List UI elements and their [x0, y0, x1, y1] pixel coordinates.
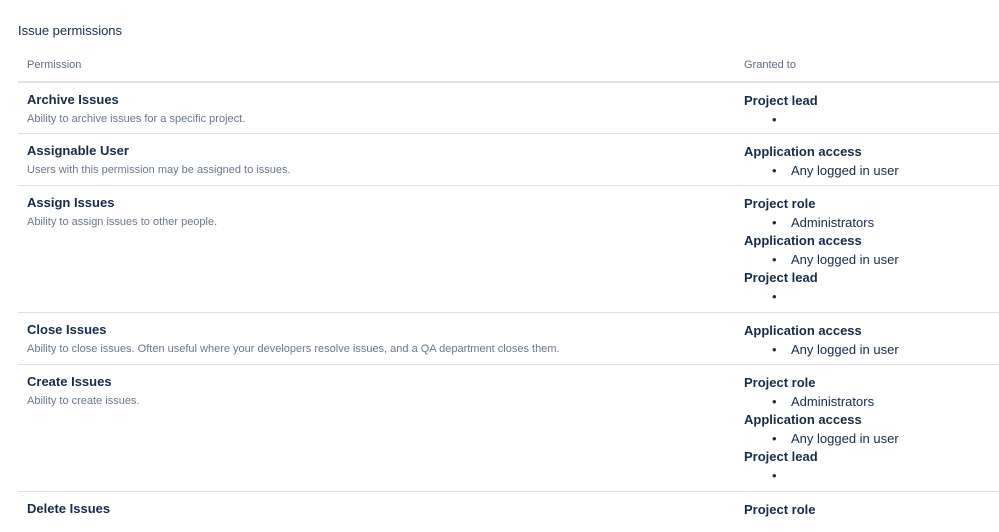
table-row: Assign Issues Ability to assign issues t…	[18, 186, 999, 313]
grant-item-label: Any logged in user	[791, 252, 899, 267]
grant-item-label: Any logged in user	[791, 163, 899, 178]
grant-item: • Administrators	[744, 213, 899, 232]
header-permission: Permission	[27, 59, 82, 71]
permission-cell: Delete Issues	[27, 501, 110, 517]
granted-to-cell: Project lead •	[744, 92, 818, 129]
grant-type: Application access	[744, 233, 862, 248]
permission-name: Close Issues	[27, 322, 107, 337]
grant-type: Application access	[744, 412, 862, 427]
grant-type: Project lead	[744, 93, 818, 108]
grant-item: • Any logged in user	[744, 161, 899, 180]
granted-to-cell: Project role • Administrators Applicatio…	[744, 195, 899, 306]
grant-type: Project role	[744, 375, 816, 390]
grant-item: •	[744, 287, 899, 306]
bullet-icon: •	[772, 468, 777, 483]
grant-type: Application access	[744, 323, 862, 338]
permission-name: Delete Issues	[27, 501, 111, 516]
permission-name: Assign Issues	[27, 195, 115, 210]
grant-item-label: Administrators	[791, 394, 875, 409]
grant-item: • Any logged in user	[744, 429, 899, 448]
permissions-table: Permission Granted to Archive Issues Abi…	[18, 53, 999, 532]
bullet-icon: •	[772, 163, 777, 178]
grant-item: • Any logged in user	[744, 340, 899, 359]
bullet-icon: •	[772, 252, 777, 267]
section-title: Issue permissions	[18, 23, 123, 38]
grant-item: • Administrators	[744, 392, 899, 411]
permission-cell: Close Issues Ability to close issues. Of…	[27, 322, 560, 356]
bullet-icon: •	[772, 431, 777, 446]
table-row: Close Issues Ability to close issues. Of…	[18, 313, 999, 365]
grant-type: Project role	[744, 502, 816, 517]
permission-name: Archive Issues	[27, 92, 119, 107]
permission-description: Ability to archive issues for a specific…	[27, 113, 246, 125]
permission-cell: Assignable User Users with this permissi…	[27, 143, 291, 177]
permission-cell: Assign Issues Ability to assign issues t…	[27, 195, 217, 229]
grant-type: Project lead	[744, 449, 818, 464]
grant-item-label: Any logged in user	[791, 342, 899, 357]
issue-permissions-page: Issue permissions Permission Granted to …	[0, 0, 999, 517]
table-row: Assignable User Users with this permissi…	[18, 134, 999, 186]
grant-type: Project lead	[744, 270, 818, 285]
header-granted-to: Granted to	[744, 59, 796, 71]
grant-item: •	[744, 466, 899, 485]
grant-type: Application access	[744, 144, 862, 159]
bullet-icon: •	[772, 215, 777, 230]
table-row: Delete Issues Project role	[18, 492, 999, 532]
grant-type: Project role	[744, 196, 816, 211]
permission-description: Ability to close issues. Often useful wh…	[27, 343, 560, 355]
granted-to-cell: Application access • Any logged in user	[744, 322, 899, 359]
permission-description: Ability to assign issues to other people…	[27, 216, 218, 228]
bullet-icon: •	[772, 112, 777, 127]
granted-to-cell: Application access • Any logged in user	[744, 143, 899, 180]
permission-name: Assignable User	[27, 143, 129, 158]
bullet-icon: •	[772, 342, 777, 357]
permission-description: Ability to create issues.	[27, 395, 140, 407]
permission-cell: Create Issues Ability to create issues.	[27, 374, 140, 408]
permission-description: Users with this permission may be assign…	[27, 164, 291, 176]
grant-item: •	[744, 110, 818, 129]
table-row: Archive Issues Ability to archive issues…	[18, 83, 999, 134]
grant-item-label: Administrators	[791, 215, 875, 230]
permission-cell: Archive Issues Ability to archive issues…	[27, 92, 245, 126]
granted-to-cell: Project role • Administrators Applicatio…	[744, 374, 899, 485]
bullet-icon: •	[772, 394, 777, 409]
table-row: Create Issues Ability to create issues. …	[18, 365, 999, 492]
bullet-icon: •	[772, 289, 777, 304]
granted-to-cell: Project role	[744, 501, 816, 519]
table-header: Permission Granted to	[18, 53, 999, 83]
permission-name: Create Issues	[27, 374, 112, 389]
grant-item-label: Any logged in user	[791, 431, 899, 446]
grant-item: • Any logged in user	[744, 250, 899, 269]
